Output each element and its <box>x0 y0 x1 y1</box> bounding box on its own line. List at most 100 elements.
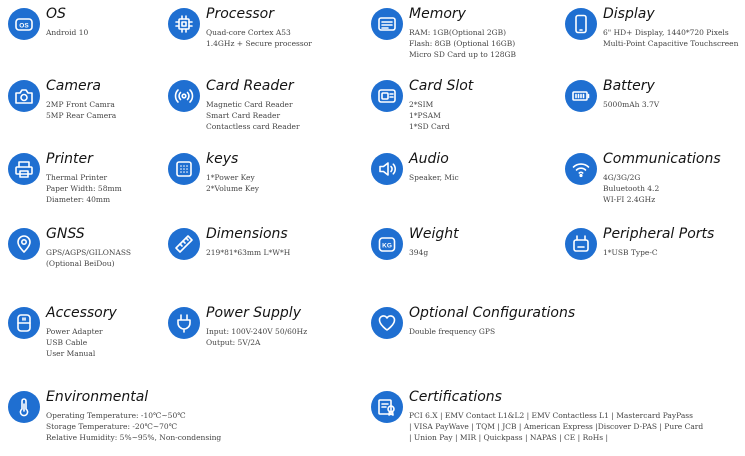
spec-title: Communications <box>603 151 721 167</box>
spec-details: Thermal Printer Paper Width: 58mm Diameter… <box>46 172 122 205</box>
spec-details: 1*Power Key 2*Volume Key <box>206 172 259 194</box>
spec-detail-line: User Manual <box>46 349 96 358</box>
spec-detail-line: Multi-Point Capacitive Touchscreen <box>603 39 739 48</box>
spec-detail-line: 1*USB Type-C <box>603 248 658 257</box>
spec-title: Peripheral Ports <box>603 226 715 242</box>
spec-detail-line: 1.4GHz + Secure processor <box>206 39 312 48</box>
spec-details: 5000mAh 3.7V <box>603 99 659 110</box>
spec-detail-line: 1*SD Card <box>409 122 450 131</box>
spec-detail-line: Android 10 <box>46 28 89 37</box>
spec-title: Weight <box>409 226 459 242</box>
spec-details: Power Adapter USB Cable User Manual <box>46 326 103 359</box>
spec-details: 1*USB Type-C <box>603 247 658 258</box>
spec-detail-line: Power Adapter <box>46 327 103 336</box>
spec-details: PCI 6.X | EMV Contact L1&L2 | EMV Contac… <box>409 410 703 443</box>
spec-title: Battery <box>603 78 655 94</box>
spec-detail-line: Diameter: 40mm <box>46 195 111 204</box>
spec-detail-line: 1*PSAM <box>409 111 441 120</box>
spec-title: Memory <box>409 6 466 22</box>
spec-detail-line: Micro SD Card up to 128GB <box>409 50 517 59</box>
printer-icon <box>8 153 40 185</box>
spec-title: keys <box>206 151 239 167</box>
spec-detail-line: Buluetooth 4.2 <box>603 184 660 193</box>
spec-title: Audio <box>409 151 449 167</box>
spec-detail-line: 5000mAh 3.7V <box>603 100 660 109</box>
spec-detail-line: Operating Temperature: -10℃~50℃ <box>46 411 186 420</box>
spec-detail-line: Flash: 8GB (Optional 16GB) <box>409 39 516 48</box>
spec-detail-line: Output: 5V/2A <box>206 338 261 347</box>
spec-detail-line: 2*Volume Key <box>206 184 260 193</box>
spec-details: Quad-core Cortex A53 1.4GHz + Secure proc… <box>206 27 312 49</box>
processor-icon <box>168 8 200 40</box>
spec-details: 219*81*63mm L*W*H <box>206 247 290 258</box>
spec-detail-line: Relative Humidity: 5%~95%, Non-condensin… <box>46 433 222 442</box>
spec-title: Accessory <box>46 305 117 321</box>
spec-details: RAM: 1GB(Optional 2GB) Flash: 8GB (Option… <box>409 27 516 60</box>
spec-detail-line: | VISA PayWave | TQM | JCB | American Ex… <box>409 422 704 431</box>
memory-icon <box>371 8 403 40</box>
certificate-icon <box>371 391 403 423</box>
spec-detail-line: 4G/3G/2G <box>603 173 641 182</box>
card-slot-icon <box>371 80 403 112</box>
spec-title: Dimensions <box>206 226 288 242</box>
spec-detail-line: PCI 6.X | EMV Contact L1&L2 | EMV Contac… <box>409 411 694 420</box>
spec-details: Double frequency GPS <box>409 326 495 337</box>
spec-title: Card Slot <box>409 78 474 94</box>
spec-title: Certifications <box>409 389 502 405</box>
spec-title: GNSS <box>46 226 85 242</box>
spec-title: Printer <box>46 151 93 167</box>
camera-icon <box>8 80 40 112</box>
spec-detail-line: Quad-core Cortex A53 <box>206 28 291 37</box>
audio-icon <box>371 153 403 185</box>
spec-details: 2MP Front Camra 5MP Rear Camera <box>46 99 116 121</box>
spec-detail-line: Input: 100V-240V 50/60Hz <box>206 327 308 336</box>
svg-text:OS: OS <box>19 23 29 30</box>
spec-details: Input: 100V-240V 50/60Hz Output: 5V/2A <box>206 326 307 348</box>
spec-title: Power Supply <box>206 305 301 321</box>
battery-icon <box>565 80 597 112</box>
spec-detail-line: 1*Power Key <box>206 173 255 182</box>
spec-details: Speaker, Mic <box>409 172 459 183</box>
spec-details: GPS/AGPS/GILONASS (Optional BeiDou) <box>46 247 131 269</box>
spec-details: 4G/3G/2G Buluetooth 4.2 WI-FI 2.4GHz <box>603 172 659 205</box>
spec-title: Camera <box>46 78 101 94</box>
spec-detail-line: Double frequency GPS <box>409 327 496 336</box>
spec-title: Optional Configurations <box>409 305 576 321</box>
weight-icon: KG <box>371 228 403 260</box>
spec-detail-line: 2MP Front Camra <box>46 100 115 109</box>
spec-detail-line: 5MP Rear Camera <box>46 111 117 120</box>
spec-detail-line: (Optional BeiDou) <box>46 259 115 268</box>
spec-detail-line: 6" HD+ Display, 1440*720 Pixels <box>603 28 729 37</box>
spec-detail-line: Storage Temperature: -20℃~70℃ <box>46 422 178 431</box>
spec-details: 394g <box>409 247 428 258</box>
spec-detail-line: WI-FI 2.4GHz <box>603 195 656 204</box>
spec-title: Environmental <box>46 389 149 405</box>
spec-detail-line: 2*SIM <box>409 100 434 109</box>
wifi-icon <box>565 153 597 185</box>
thermometer-icon <box>8 391 40 423</box>
spec-detail-line: USB Cable <box>46 338 88 347</box>
spec-title: OS <box>46 6 66 22</box>
power-adapter-icon <box>8 307 40 339</box>
usb-port-icon <box>565 228 597 260</box>
spec-detail-line: Paper Width: 58mm <box>46 184 122 193</box>
ruler-icon <box>168 228 200 260</box>
spec-detail-line: Contactless card Reader <box>206 122 300 131</box>
spec-title: Display <box>603 6 655 22</box>
spec-details: Android 10 <box>46 27 88 38</box>
spec-detail-line: RAM: 1GB(Optional 2GB) <box>409 28 507 37</box>
spec-details: 2*SIM 1*PSAM 1*SD Card <box>409 99 450 132</box>
location-pin-icon <box>8 228 40 260</box>
spec-detail-line: GPS/AGPS/GILONASS <box>46 248 132 257</box>
spec-detail-line: Magnetic Card Reader <box>206 100 293 109</box>
spec-details: Magnetic Card Reader Smart Card Reader Con… <box>206 99 300 132</box>
card-reader-icon <box>168 80 200 112</box>
os-icon: OS <box>8 8 40 40</box>
spec-detail-line: Thermal Printer <box>46 173 108 182</box>
keypad-icon <box>168 153 200 185</box>
spec-title: Processor <box>206 6 274 22</box>
plug-icon <box>168 307 200 339</box>
spec-detail-line: 219*81*63mm L*W*H <box>206 248 291 257</box>
spec-details: 6" HD+ Display, 1440*720 Pixels Multi-Poi… <box>603 27 738 49</box>
display-icon <box>565 8 597 40</box>
